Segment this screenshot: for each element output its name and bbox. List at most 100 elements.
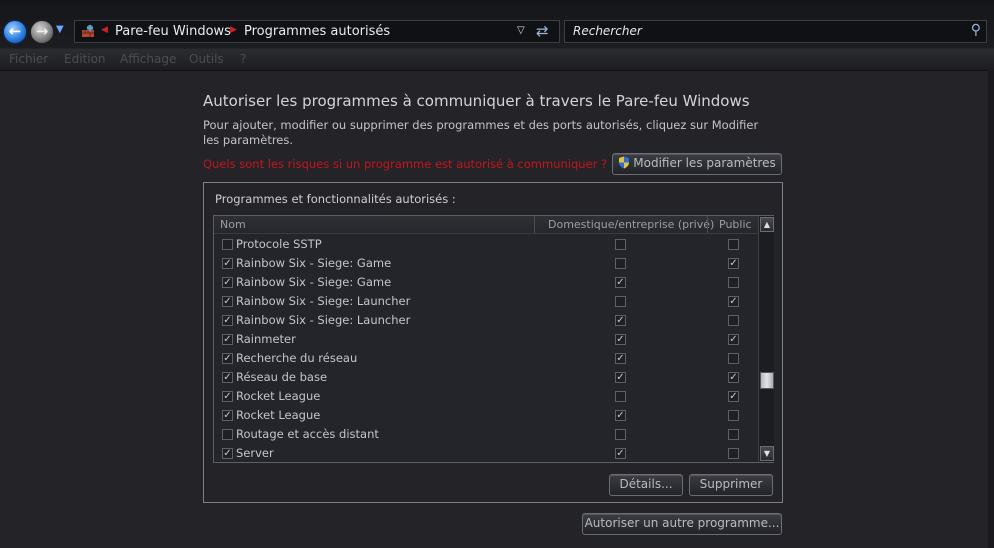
program-name: Rocket League <box>236 389 321 403</box>
menu-help[interactable]: ? <box>240 52 246 66</box>
program-name: Rainmeter <box>236 332 296 346</box>
scroll-down-icon[interactable]: ▼ <box>760 446 774 461</box>
allowed-programs-group: Programmes et fonctionnalités autorisés … <box>203 182 783 503</box>
private-checkbox[interactable]: ✓ <box>615 410 626 421</box>
public-checkbox[interactable]: ✓ <box>728 372 739 383</box>
menu-tools[interactable]: Outils <box>189 52 224 66</box>
column-divider[interactable] <box>534 216 535 233</box>
enable-checkbox[interactable]: ✓ <box>222 296 233 307</box>
public-checkbox[interactable] <box>728 429 739 440</box>
program-name: Réseau de base <box>236 370 328 384</box>
program-name: Rainbow Six - Siege: Launcher <box>236 313 411 327</box>
list-item[interactable]: ✓ Rainbow Six - Siege: Launcher ✓ <box>214 292 758 311</box>
public-checkbox[interactable] <box>728 353 739 364</box>
column-private[interactable]: Domestique/entreprise (privé) <box>548 218 714 231</box>
private-checkbox[interactable]: ✓ <box>615 315 626 326</box>
public-checkbox[interactable] <box>728 277 739 288</box>
scroll-up-icon[interactable]: ▲ <box>760 217 774 232</box>
group-title: Programmes et fonctionnalités autorisés … <box>215 192 456 206</box>
list-item[interactable]: ✓ Réseau de base ✓ ✓ <box>214 368 758 387</box>
menu-edit[interactable]: Edition <box>64 52 106 66</box>
program-name: Rainbow Six - Siege: Game <box>236 256 392 270</box>
program-name: Rainbow Six - Siege: Game <box>236 275 392 289</box>
list-item[interactable]: ✓ Rainmeter ✓ ✓ <box>214 330 758 349</box>
private-checkbox[interactable] <box>615 239 626 250</box>
public-checkbox[interactable]: ✓ <box>728 258 739 269</box>
private-checkbox[interactable]: ✓ <box>615 448 626 459</box>
breadcrumb-firewall[interactable]: Pare-feu Windows <box>115 24 231 39</box>
enable-checkbox[interactable]: ✓ <box>222 315 233 326</box>
enable-checkbox[interactable] <box>222 239 233 250</box>
enable-checkbox[interactable] <box>222 429 233 440</box>
enable-checkbox[interactable]: ✓ <box>222 334 233 345</box>
firewall-icon <box>82 24 94 37</box>
private-checkbox[interactable]: ✓ <box>615 353 626 364</box>
enable-checkbox[interactable]: ✓ <box>222 372 233 383</box>
program-name: Routage et accès distant <box>236 427 379 441</box>
programs-list[interactable]: Nom Domestique/entreprise (privé) Public… <box>213 215 774 463</box>
breadcrumb-separator-icon: ◀ <box>101 25 108 35</box>
address-dropdown-icon[interactable]: ▽ <box>517 25 525 36</box>
forward-button[interactable]: → <box>30 20 54 44</box>
address-toolbar: ← → ▼ ◀ Pare-feu Windows ▶ Programmes au… <box>0 0 994 48</box>
enable-checkbox[interactable]: ✓ <box>222 448 233 459</box>
list-scrollbar[interactable]: ▲ ▼ <box>758 216 774 462</box>
recent-pages-dropdown-icon[interactable]: ▼ <box>56 24 64 35</box>
search-placeholder: Rechercher <box>573 24 642 38</box>
breadcrumb-allowed-programs[interactable]: Programmes autorisés <box>244 24 390 39</box>
list-item[interactable]: ✓ Recherche du réseau ✓ <box>214 349 758 368</box>
enable-checkbox[interactable]: ✓ <box>222 277 233 288</box>
search-input[interactable]: Rechercher ⚲ <box>564 20 987 43</box>
menu-file[interactable]: Fichier <box>9 52 48 66</box>
delete-button[interactable]: Supprimer <box>689 474 773 496</box>
list-item[interactable]: ✓ Rocket League ✓ <box>214 406 758 425</box>
public-checkbox[interactable] <box>728 239 739 250</box>
scroll-thumb[interactable] <box>760 372 774 389</box>
program-name: Recherche du réseau <box>236 351 358 365</box>
allow-other-program-button[interactable]: Autoriser un autre programme... <box>582 513 782 535</box>
column-name[interactable]: Nom <box>220 218 246 231</box>
private-checkbox[interactable] <box>615 258 626 269</box>
private-checkbox[interactable]: ✓ <box>615 277 626 288</box>
private-checkbox[interactable] <box>615 391 626 402</box>
list-item[interactable]: ✓ Rainbow Six - Siege: Game ✓ <box>214 273 758 292</box>
public-checkbox[interactable]: ✓ <box>728 334 739 345</box>
list-item[interactable]: Routage et accès distant <box>214 425 758 444</box>
list-item[interactable]: ✓ Server ✓ <box>214 444 758 463</box>
column-divider[interactable] <box>707 216 708 233</box>
private-checkbox[interactable] <box>615 429 626 440</box>
window-edge <box>988 70 994 548</box>
public-checkbox[interactable]: ✓ <box>728 296 739 307</box>
public-checkbox[interactable] <box>728 315 739 326</box>
details-button[interactable]: Détails... <box>609 474 683 496</box>
enable-checkbox[interactable]: ✓ <box>222 353 233 364</box>
menu-bar: Fichier Edition Affichage Outils ? <box>0 49 994 71</box>
column-public[interactable]: Public <box>719 218 752 231</box>
list-item[interactable]: ✓ Rainbow Six - Siege: Launcher ✓ <box>214 311 758 330</box>
uac-shield-icon <box>619 156 630 169</box>
public-checkbox[interactable] <box>728 448 739 459</box>
list-item[interactable]: ✓ Rainbow Six - Siege: Game ✓ <box>214 254 758 273</box>
address-bar[interactable]: ◀ Pare-feu Windows ▶ Programmes autorisé… <box>74 20 560 43</box>
enable-checkbox[interactable]: ✓ <box>222 258 233 269</box>
private-checkbox[interactable]: ✓ <box>615 372 626 383</box>
search-icon[interactable]: ⚲ <box>971 22 981 38</box>
private-checkbox[interactable]: ✓ <box>615 334 626 345</box>
breadcrumb-separator-icon: ▶ <box>230 25 237 35</box>
back-button[interactable]: ← <box>3 20 27 44</box>
program-name: Rocket League <box>236 408 321 422</box>
risk-help-link[interactable]: Quels sont les risques si un programme e… <box>203 157 607 171</box>
list-item[interactable]: ✓ Rocket League ✓ <box>214 387 758 406</box>
enable-checkbox[interactable]: ✓ <box>222 391 233 402</box>
public-checkbox[interactable] <box>728 410 739 421</box>
refresh-icon[interactable]: ⇄ <box>536 22 549 40</box>
modify-settings-button[interactable]: Modifier les paramètres <box>612 153 782 175</box>
modify-settings-label: Modifier les paramètres <box>633 156 776 170</box>
enable-checkbox[interactable]: ✓ <box>222 410 233 421</box>
page-description: Pour ajouter, modifier ou supprimer des … <box>203 118 759 147</box>
private-checkbox[interactable] <box>615 296 626 307</box>
public-checkbox[interactable]: ✓ <box>728 391 739 402</box>
menu-view[interactable]: Affichage <box>120 52 176 66</box>
list-item[interactable]: Protocole SSTP <box>214 235 758 254</box>
program-name: Server <box>236 446 274 460</box>
